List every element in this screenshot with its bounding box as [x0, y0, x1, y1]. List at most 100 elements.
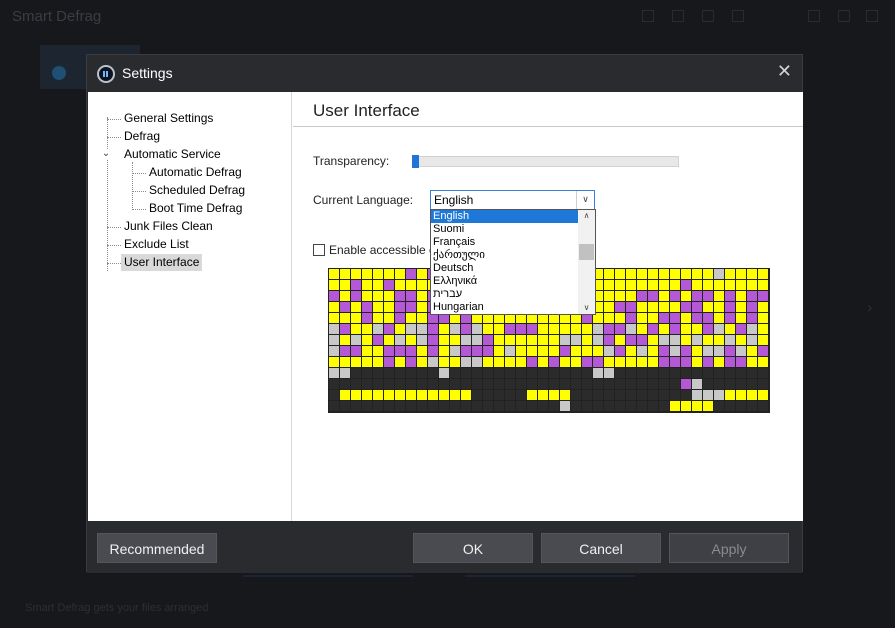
- disk-map-cell: [351, 302, 361, 312]
- language-option[interactable]: עברית: [431, 288, 578, 301]
- tree-item-exclude-list[interactable]: Exclude List: [121, 236, 192, 253]
- disk-map-cell: [527, 401, 537, 411]
- disk-map-cell: [714, 346, 724, 356]
- disk-map-cell: [615, 357, 625, 367]
- language-option[interactable]: Deutsch: [431, 262, 578, 275]
- language-option[interactable]: Suomi: [431, 223, 578, 236]
- language-option[interactable]: Français: [431, 236, 578, 249]
- language-label: Current Language:: [313, 193, 414, 207]
- disk-map-cell: [626, 291, 636, 301]
- disk-map-cell: [373, 401, 383, 411]
- language-option[interactable]: Ελληνικά: [431, 275, 578, 288]
- disk-map-cell: [516, 401, 526, 411]
- disk-map-cell: [406, 324, 416, 334]
- disk-map-cell: [560, 346, 570, 356]
- disk-map-cell: [362, 357, 372, 367]
- disk-map-cell: [692, 346, 702, 356]
- tree-item-automatic-defrag[interactable]: Automatic Defrag: [146, 164, 245, 181]
- background-minimize-icon: [808, 10, 820, 22]
- cancel-button[interactable]: Cancel: [541, 533, 661, 563]
- tree-item-general-settings[interactable]: General Settings: [121, 110, 216, 127]
- tree-item-user-interface[interactable]: User Interface: [121, 254, 203, 271]
- disk-map-cell: [384, 390, 394, 400]
- disk-map-cell: [582, 368, 592, 378]
- disk-map-cell: [670, 302, 680, 312]
- disk-map-cell: [516, 390, 526, 400]
- language-option[interactable]: ქართული: [431, 249, 578, 262]
- disk-map-cell: [494, 390, 504, 400]
- disk-map-cell: [626, 368, 636, 378]
- transparency-slider[interactable]: [412, 155, 679, 168]
- settings-tree: ⌄ General Settings Defrag Automatic Serv…: [88, 92, 292, 521]
- disk-map-cell: [571, 368, 581, 378]
- disk-map-cell: [450, 335, 460, 345]
- disk-map-cell: [725, 291, 735, 301]
- disk-map-cell: [725, 346, 735, 356]
- disk-map-cell: [406, 313, 416, 323]
- disk-map-cell: [450, 401, 460, 411]
- disk-map-cell: [692, 335, 702, 345]
- disk-map-cell: [417, 368, 427, 378]
- scroll-down-icon[interactable]: ∨: [578, 302, 595, 314]
- disk-map-cell: [615, 368, 625, 378]
- disk-map-cell: [362, 324, 372, 334]
- disk-map-cell: [593, 401, 603, 411]
- language-option[interactable]: English: [431, 210, 578, 223]
- disk-map-cell: [549, 335, 559, 345]
- disk-map-cell: [626, 379, 636, 389]
- disk-map-cell: [747, 313, 757, 323]
- tree-item-boot-time-defrag[interactable]: Boot Time Defrag: [146, 200, 245, 217]
- disk-map-cell: [725, 269, 735, 279]
- language-select[interactable]: English ∨: [430, 190, 595, 210]
- disk-map-cell: [615, 302, 625, 312]
- dialog-titlebar[interactable]: Settings ✕: [87, 55, 802, 92]
- disk-map-cell: [329, 368, 339, 378]
- close-icon[interactable]: ✕: [777, 63, 792, 81]
- disk-map-cell: [395, 302, 405, 312]
- disk-map-cell: [362, 346, 372, 356]
- scroll-up-icon[interactable]: ∧: [578, 210, 595, 222]
- language-option[interactable]: Hungarian: [431, 301, 578, 314]
- disk-map-cell: [505, 335, 515, 345]
- background-control-icon: [672, 10, 684, 22]
- dropdown-scrollbar[interactable]: ∧ ∨: [578, 210, 595, 314]
- tree-item-scheduled-defrag[interactable]: Scheduled Defrag: [146, 182, 248, 199]
- disk-map-cell: [681, 401, 691, 411]
- disk-map-cell: [604, 269, 614, 279]
- disk-map-cell: [329, 291, 339, 301]
- tree-item-junk-files-clean[interactable]: Junk Files Clean: [121, 218, 216, 235]
- disk-map-cell: [714, 335, 724, 345]
- ok-button[interactable]: OK: [413, 533, 533, 563]
- disk-map-cell: [703, 335, 713, 345]
- accessible-checkbox[interactable]: [313, 244, 325, 256]
- disk-map-cell: [483, 346, 493, 356]
- collapse-chevron-icon[interactable]: ⌄: [101, 149, 111, 159]
- disk-map-cell: [648, 379, 658, 389]
- disk-map-cell: [362, 280, 372, 290]
- disk-map-cell: [527, 335, 537, 345]
- disk-map-cell: [747, 335, 757, 345]
- recommended-button[interactable]: Recommended: [97, 533, 217, 563]
- disk-map-cell: [703, 401, 713, 411]
- scrollbar-thumb[interactable]: [579, 244, 594, 260]
- slider-thumb[interactable]: [412, 155, 419, 168]
- disk-map-cell: [483, 401, 493, 411]
- disk-map-cell: [670, 401, 680, 411]
- disk-map-cell: [373, 368, 383, 378]
- apply-button[interactable]: Apply: [669, 533, 789, 563]
- disk-map-cell: [450, 368, 460, 378]
- disk-map-cell: [571, 324, 581, 334]
- chevron-down-icon[interactable]: ∨: [576, 191, 594, 209]
- disk-map-cell: [725, 335, 735, 345]
- tree-guide-line: [132, 162, 133, 210]
- disk-map-cell: [626, 313, 636, 323]
- disk-map-cell: [604, 313, 614, 323]
- disk-map-cell: [516, 324, 526, 334]
- disk-map-cell: [659, 302, 669, 312]
- disk-map-cell: [648, 313, 658, 323]
- disk-map-cell: [439, 346, 449, 356]
- tree-item-automatic-service[interactable]: Automatic Service: [121, 146, 224, 163]
- disk-map-cell: [351, 280, 361, 290]
- tree-item-defrag[interactable]: Defrag: [121, 128, 163, 145]
- panel-divider: [293, 126, 803, 127]
